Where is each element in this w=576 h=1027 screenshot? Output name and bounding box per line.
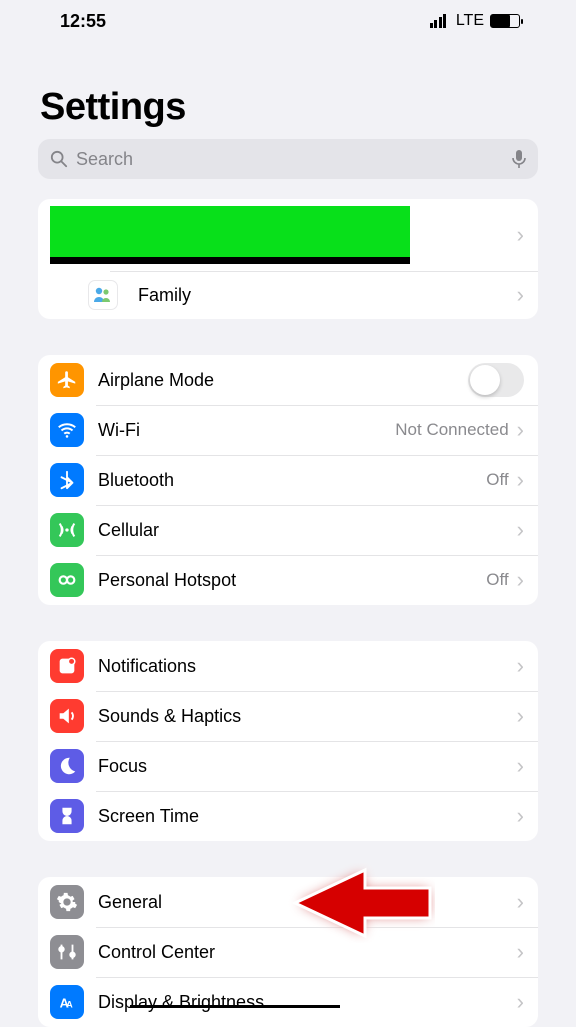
chevron-right-icon: › <box>517 941 524 963</box>
chevron-right-icon: › <box>517 755 524 777</box>
chevron-right-icon: › <box>517 805 524 827</box>
search-input[interactable]: Search <box>38 139 538 179</box>
display-label: Display & Brightness <box>98 992 517 1013</box>
network-label: LTE <box>456 12 484 30</box>
profile-group: › Family › <box>38 199 538 319</box>
chevron-right-icon: › <box>517 519 524 541</box>
focus-label: Focus <box>98 756 517 777</box>
status-bar: 12:55 LTE <box>38 0 538 42</box>
bluetooth-row[interactable]: Bluetooth Off › <box>38 455 538 505</box>
sounds-row[interactable]: Sounds & Haptics › <box>38 691 538 741</box>
search-placeholder: Search <box>76 149 504 170</box>
screentime-icon <box>50 799 84 833</box>
apple-id-row[interactable]: › <box>38 199 538 271</box>
wifi-icon <box>50 413 84 447</box>
bluetooth-icon <box>50 463 84 497</box>
page-title: Settings <box>38 42 538 139</box>
airplane-toggle[interactable] <box>468 363 524 397</box>
redacted-profile <box>50 206 410 264</box>
chevron-right-icon: › <box>517 655 524 677</box>
airplane-label: Airplane Mode <box>98 370 468 391</box>
hotspot-detail: Off <box>486 570 508 590</box>
wifi-label: Wi-Fi <box>98 420 395 441</box>
gear-icon <box>50 885 84 919</box>
status-indicators: LTE <box>430 12 520 30</box>
airplane-icon <box>50 363 84 397</box>
battery-icon <box>490 14 520 28</box>
control-center-icon <box>50 935 84 969</box>
family-label: Family <box>138 285 517 306</box>
chevron-right-icon: › <box>517 705 524 727</box>
signal-icon <box>430 14 450 28</box>
family-icon <box>88 280 118 310</box>
display-brightness-icon: AA <box>50 985 84 1019</box>
chevron-right-icon: › <box>517 284 524 306</box>
cellular-icon <box>50 513 84 547</box>
sounds-icon <box>50 699 84 733</box>
mic-icon[interactable] <box>512 149 526 169</box>
search-icon <box>50 150 68 168</box>
screentime-label: Screen Time <box>98 806 517 827</box>
notifications-label: Notifications <box>98 656 517 677</box>
wifi-row[interactable]: Wi-Fi Not Connected › <box>38 405 538 455</box>
chevron-right-icon: › <box>517 419 524 441</box>
chevron-right-icon: › <box>517 991 524 1013</box>
control-center-row[interactable]: Control Center › <box>38 927 538 977</box>
cellular-label: Cellular <box>98 520 517 541</box>
hotspot-icon <box>50 563 84 597</box>
chevron-right-icon: › <box>517 224 524 246</box>
focus-row[interactable]: Focus › <box>38 741 538 791</box>
screentime-row[interactable]: Screen Time › <box>38 791 538 841</box>
focus-icon <box>50 749 84 783</box>
redaction-strike <box>130 1005 340 1008</box>
family-row[interactable]: Family › <box>38 271 538 319</box>
general-label: General <box>98 892 517 913</box>
status-time: 12:55 <box>60 11 106 32</box>
chevron-right-icon: › <box>517 469 524 491</box>
hotspot-label: Personal Hotspot <box>98 570 486 591</box>
notifications-row[interactable]: Notifications › <box>38 641 538 691</box>
bluetooth-detail: Off <box>486 470 508 490</box>
connectivity-group: Airplane Mode Wi-Fi Not Connected › Blue… <box>38 355 538 605</box>
chevron-right-icon: › <box>517 569 524 591</box>
chevron-right-icon: › <box>517 891 524 913</box>
wifi-detail: Not Connected <box>395 420 508 440</box>
svg-text:A: A <box>66 1000 73 1010</box>
notifications-icon <box>50 649 84 683</box>
display-brightness-row[interactable]: AA Display & Brightness › <box>38 977 538 1027</box>
control-center-label: Control Center <box>98 942 517 963</box>
bluetooth-label: Bluetooth <box>98 470 486 491</box>
notifications-group: Notifications › Sounds & Haptics › Focus… <box>38 641 538 841</box>
sounds-label: Sounds & Haptics <box>98 706 517 727</box>
hotspot-row[interactable]: Personal Hotspot Off › <box>38 555 538 605</box>
general-row[interactable]: General › <box>38 877 538 927</box>
cellular-row[interactable]: Cellular › <box>38 505 538 555</box>
airplane-mode-row[interactable]: Airplane Mode <box>38 355 538 405</box>
